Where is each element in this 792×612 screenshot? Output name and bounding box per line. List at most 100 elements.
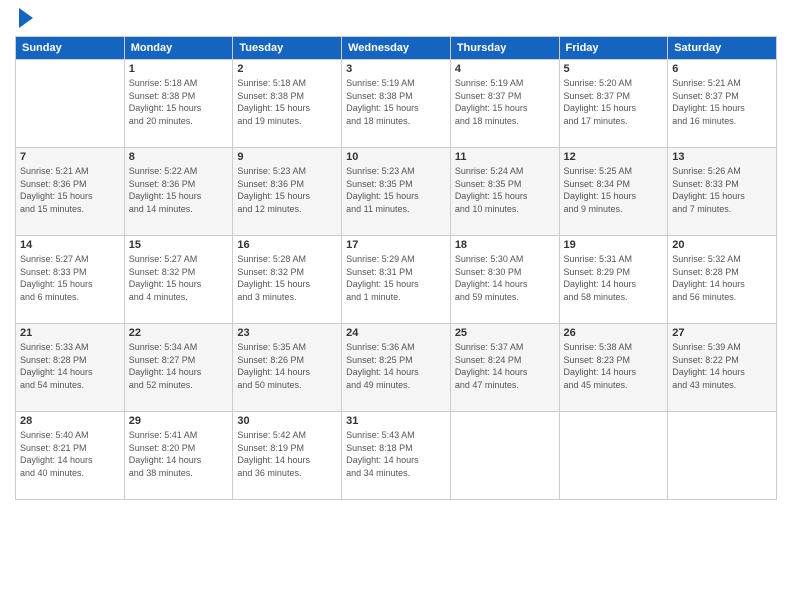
calendar-cell: 31Sunrise: 5:43 AM Sunset: 8:18 PM Dayli… [342,412,451,500]
calendar-header-saturday: Saturday [668,37,777,60]
cell-info: Sunrise: 5:22 AM Sunset: 8:36 PM Dayligh… [129,165,229,215]
calendar-week-3: 14 Sunrise: 5:27 AM Sunset: 8:33 PM Dayli… [16,236,777,324]
date-number: 23 [237,327,337,339]
cell-info: Sunrise: 5:23 AM Sunset: 8:36 PM Dayligh… [237,165,337,215]
date-number: 27 [672,327,772,339]
calendar-cell: 3Sunrise: 5:19 AM Sunset: 8:38 PM Daylig… [342,60,451,148]
calendar-cell: 25 Sunrise: 5:37 AM Sunset: 8:24 PM Dayli… [450,324,559,412]
date-number: 25 [455,327,555,339]
cell-info: Sunrise: 5:18 AM Sunset: 8:38 PM Dayligh… [237,77,337,127]
calendar-cell: 13 Sunrise: 5:26 AM Sunset: 8:33 PM Dayli… [668,148,777,236]
calendar-header-row: SundayMondayTuesdayWednesdayThursdayFrid… [16,37,777,60]
date-number: 1 [129,63,229,75]
calendar-cell: 1 Sunrise: 5:18 AM Sunset: 8:38 PM Daylig… [124,60,233,148]
date-number: 3 [346,63,446,75]
cell-info: Sunrise: 5:35 AM Sunset: 8:26 PM Dayligh… [237,341,337,391]
date-number: 24 [346,327,446,339]
date-number: 4 [455,63,555,75]
calendar-week-1: 1 Sunrise: 5:18 AM Sunset: 8:38 PM Daylig… [16,60,777,148]
cell-info: Sunrise: 5:32 AM Sunset: 8:28 PM Dayligh… [672,253,772,303]
calendar-week-5: 28 Sunrise: 5:40 AM Sunset: 8:21 PM Dayli… [16,412,777,500]
date-number: 15 [129,239,229,251]
date-number: 17 [346,239,446,251]
calendar-cell: 23 Sunrise: 5:35 AM Sunset: 8:26 PM Dayli… [233,324,342,412]
calendar-cell [559,412,668,500]
cell-info: Sunrise: 5:26 AM Sunset: 8:33 PM Dayligh… [672,165,772,215]
calendar-cell: 9 Sunrise: 5:23 AM Sunset: 8:36 PM Daylig… [233,148,342,236]
calendar-cell: 10 Sunrise: 5:23 AM Sunset: 8:35 PM Dayli… [342,148,451,236]
date-number: 16 [237,239,337,251]
calendar-cell: 20 Sunrise: 5:32 AM Sunset: 8:28 PM Dayli… [668,236,777,324]
cell-info: Sunrise: 5:18 AM Sunset: 8:38 PM Dayligh… [129,77,229,127]
cell-info: Sunrise: 5:19 AM Sunset: 8:37 PM Dayligh… [455,77,555,127]
cell-info: Sunrise: 5:39 AM Sunset: 8:22 PM Dayligh… [672,341,772,391]
calendar-cell: 18 Sunrise: 5:30 AM Sunset: 8:30 PM Dayli… [450,236,559,324]
cell-info: Sunrise: 5:43 AM Sunset: 8:18 PM Dayligh… [346,429,446,479]
date-number: 9 [237,151,337,163]
cell-info: Sunrise: 5:37 AM Sunset: 8:24 PM Dayligh… [455,341,555,391]
date-number: 12 [564,151,664,163]
cell-info: Sunrise: 5:34 AM Sunset: 8:27 PM Dayligh… [129,341,229,391]
cell-info: Sunrise: 5:23 AM Sunset: 8:35 PM Dayligh… [346,165,446,215]
date-number: 22 [129,327,229,339]
date-number: 21 [20,327,120,339]
logo [15,10,33,28]
logo-arrow-icon [19,8,33,28]
cell-info: Sunrise: 5:21 AM Sunset: 8:37 PM Dayligh… [672,77,772,127]
calendar-header-wednesday: Wednesday [342,37,451,60]
date-number: 2 [237,63,337,75]
date-number: 28 [20,415,120,427]
date-number: 7 [20,151,120,163]
calendar-cell: 16 Sunrise: 5:28 AM Sunset: 8:32 PM Dayli… [233,236,342,324]
calendar-cell: 5 Sunrise: 5:20 AM Sunset: 8:37 PM Daylig… [559,60,668,148]
calendar-header-friday: Friday [559,37,668,60]
date-number: 18 [455,239,555,251]
date-number: 19 [564,239,664,251]
calendar-cell: 19 Sunrise: 5:31 AM Sunset: 8:29 PM Dayli… [559,236,668,324]
cell-info: Sunrise: 5:41 AM Sunset: 8:20 PM Dayligh… [129,429,229,479]
calendar-cell: 11Sunrise: 5:24 AM Sunset: 8:35 PM Dayli… [450,148,559,236]
date-number: 13 [672,151,772,163]
calendar-cell [16,60,125,148]
calendar-cell: 17 Sunrise: 5:29 AM Sunset: 8:31 PM Dayli… [342,236,451,324]
cell-info: Sunrise: 5:29 AM Sunset: 8:31 PM Dayligh… [346,253,446,303]
date-number: 10 [346,151,446,163]
date-number: 8 [129,151,229,163]
calendar-header-thursday: Thursday [450,37,559,60]
calendar: SundayMondayTuesdayWednesdayThursdayFrid… [15,36,777,500]
calendar-cell: 4 Sunrise: 5:19 AM Sunset: 8:37 PM Daylig… [450,60,559,148]
date-number: 11 [455,151,555,163]
cell-info: Sunrise: 5:36 AM Sunset: 8:25 PM Dayligh… [346,341,446,391]
calendar-cell: 29 Sunrise: 5:41 AM Sunset: 8:20 PM Dayli… [124,412,233,500]
calendar-cell [668,412,777,500]
calendar-cell: 24 Sunrise: 5:36 AM Sunset: 8:25 PM Dayli… [342,324,451,412]
date-number: 14 [20,239,120,251]
date-number: 5 [564,63,664,75]
calendar-header-tuesday: Tuesday [233,37,342,60]
cell-info: Sunrise: 5:33 AM Sunset: 8:28 PM Dayligh… [20,341,120,391]
cell-info: Sunrise: 5:40 AM Sunset: 8:21 PM Dayligh… [20,429,120,479]
date-number: 20 [672,239,772,251]
date-number: 29 [129,415,229,427]
calendar-header-sunday: Sunday [16,37,125,60]
calendar-cell: 26Sunrise: 5:38 AM Sunset: 8:23 PM Dayli… [559,324,668,412]
date-number: 26 [564,327,664,339]
cell-info: Sunrise: 5:28 AM Sunset: 8:32 PM Dayligh… [237,253,337,303]
cell-info: Sunrise: 5:27 AM Sunset: 8:33 PM Dayligh… [20,253,120,303]
page: SundayMondayTuesdayWednesdayThursdayFrid… [0,0,792,612]
cell-info: Sunrise: 5:21 AM Sunset: 8:36 PM Dayligh… [20,165,120,215]
date-number: 30 [237,415,337,427]
cell-info: Sunrise: 5:31 AM Sunset: 8:29 PM Dayligh… [564,253,664,303]
cell-info: Sunrise: 5:27 AM Sunset: 8:32 PM Dayligh… [129,253,229,303]
date-number: 6 [672,63,772,75]
cell-info: Sunrise: 5:30 AM Sunset: 8:30 PM Dayligh… [455,253,555,303]
calendar-cell: 8 Sunrise: 5:22 AM Sunset: 8:36 PM Daylig… [124,148,233,236]
calendar-cell: 2 Sunrise: 5:18 AM Sunset: 8:38 PM Daylig… [233,60,342,148]
calendar-cell: 27 Sunrise: 5:39 AM Sunset: 8:22 PM Dayli… [668,324,777,412]
cell-info: Sunrise: 5:20 AM Sunset: 8:37 PM Dayligh… [564,77,664,127]
calendar-cell: 6 Sunrise: 5:21 AM Sunset: 8:37 PM Daylig… [668,60,777,148]
calendar-cell: 22 Sunrise: 5:34 AM Sunset: 8:27 PM Dayli… [124,324,233,412]
header [15,10,777,28]
calendar-header-monday: Monday [124,37,233,60]
calendar-week-4: 21 Sunrise: 5:33 AM Sunset: 8:28 PM Dayli… [16,324,777,412]
